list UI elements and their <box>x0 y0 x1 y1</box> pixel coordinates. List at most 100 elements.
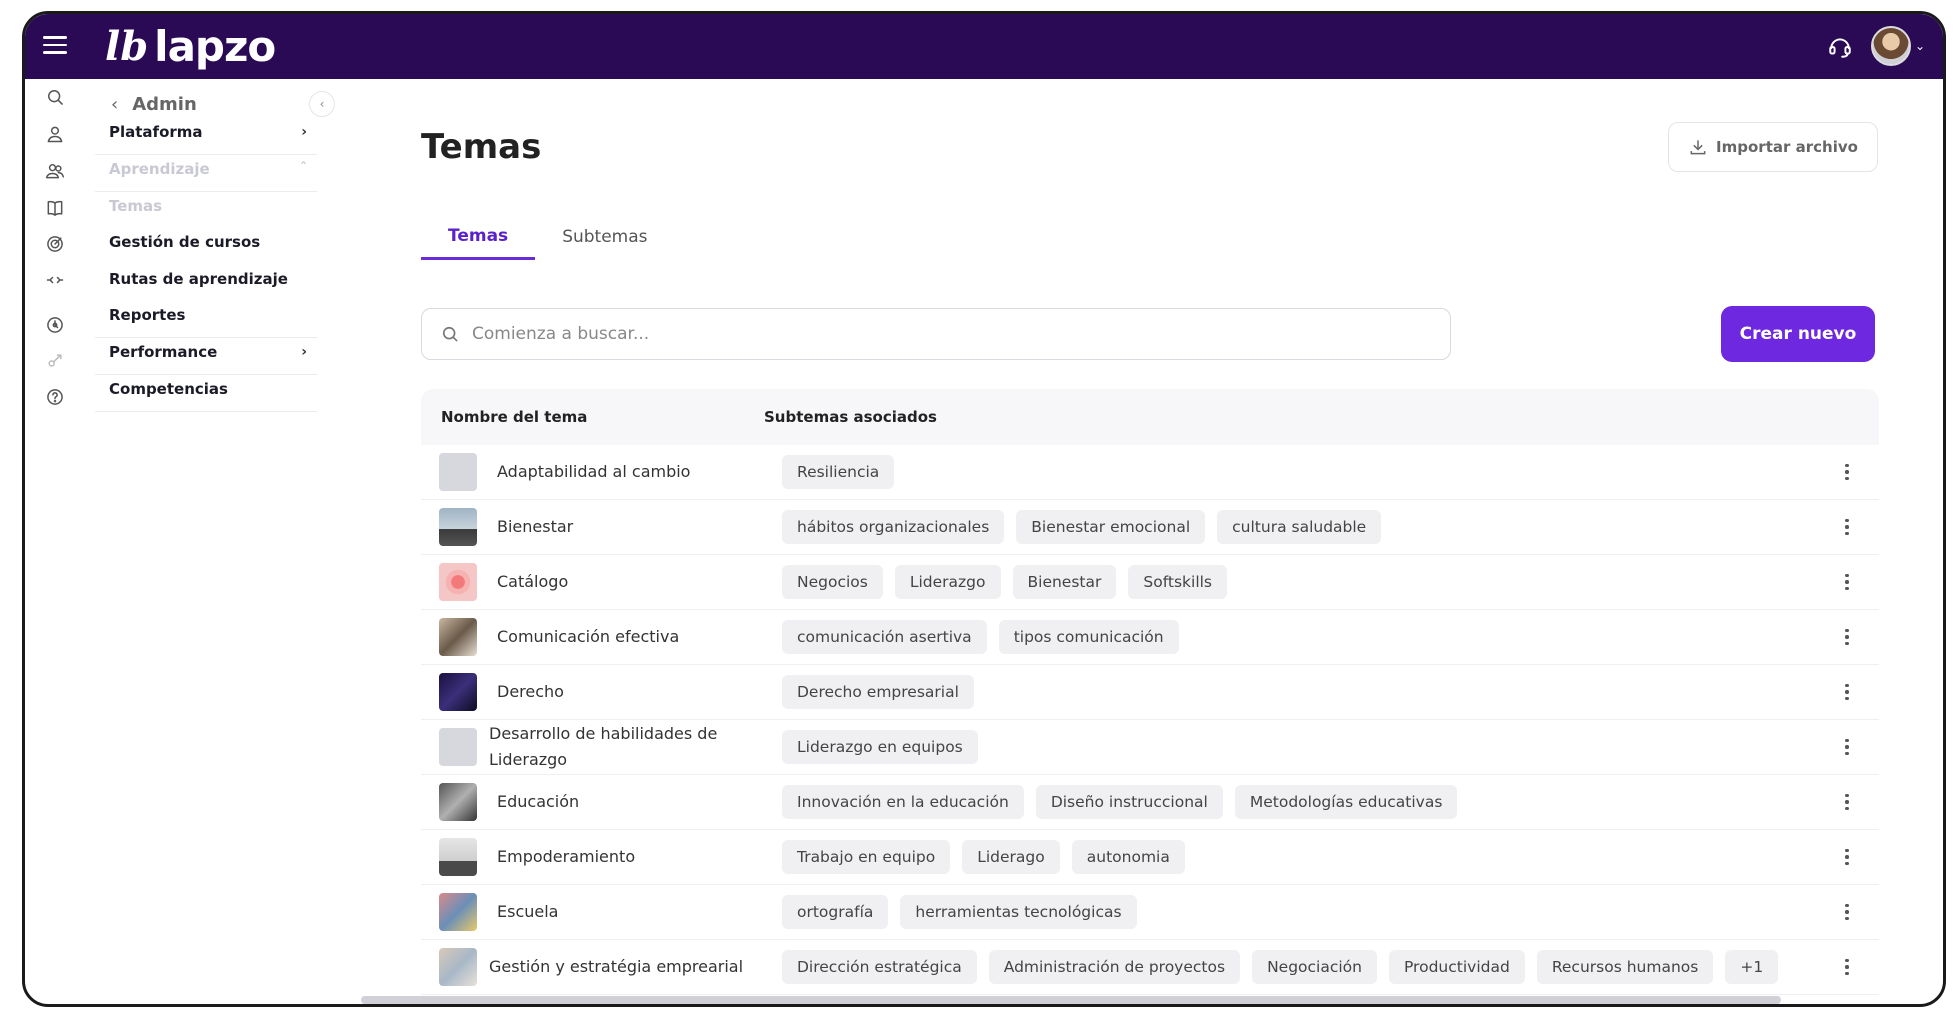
topic-thumbnail <box>439 508 477 546</box>
more-options-icon[interactable] <box>1837 677 1857 707</box>
table-row[interactable]: Catálogo Negocios Liderazgo Bienestar Softsk… <box>421 555 1879 610</box>
subtopic-chip[interactable]: Liderago <box>962 840 1060 874</box>
logo-text: lapzo <box>154 21 276 71</box>
topic-thumbnail <box>439 618 477 656</box>
table-row[interactable]: Adaptabilidad al cambio Resiliencia <box>421 445 1879 500</box>
tabs: Temas Subtemas <box>421 214 675 260</box>
more-options-icon[interactable] <box>1837 512 1857 542</box>
table-row[interactable]: Escuela ortografía herramientas tecnológic… <box>421 885 1879 940</box>
subtopic-chips: Resiliencia <box>782 455 895 489</box>
admin-nav-panel: ‹ Admin ‹ Plataforma › Aprendizaje ˆ Tem… <box>87 79 337 1004</box>
subtopic-chip[interactable]: +1 <box>1725 950 1779 984</box>
subtopic-chip[interactable]: Resiliencia <box>782 455 895 489</box>
topic-thumbnail <box>439 838 477 876</box>
chevron-right-icon: › <box>301 123 307 140</box>
nav-item-label: Gestión de cursos <box>109 233 261 251</box>
more-options-icon[interactable] <box>1837 457 1857 487</box>
search-bar[interactable] <box>421 308 1451 360</box>
more-options-icon[interactable] <box>1837 842 1857 872</box>
subtopic-chip[interactable]: Negocios <box>782 565 883 599</box>
reports-icon[interactable] <box>43 313 67 337</box>
table-row[interactable]: Desarrollo de habilidades de Liderazgo Li… <box>421 720 1879 775</box>
topic-name: Derecho <box>497 682 564 701</box>
subtopic-chip[interactable]: Diseño instruccional <box>1035 785 1223 819</box>
tab-subtemas[interactable]: Subtemas <box>535 214 674 260</box>
subtopic-chip[interactable]: Trabajo en equipo <box>782 840 951 874</box>
topic-name: Educación <box>497 792 580 811</box>
page-title: Temas <box>421 127 542 167</box>
subtopic-chip[interactable]: Productividad <box>1388 950 1525 984</box>
subtopic-chips: hábitos organizacionales Bienestar emocio… <box>782 510 1382 544</box>
subtopic-chip[interactable]: comunicación asertiva <box>782 620 987 654</box>
lapzo-logo[interactable]: lb lapzo <box>105 20 276 72</box>
column-header-name: Nombre del tema <box>441 408 588 426</box>
subtopic-chip[interactable]: Dirección estratégica <box>782 950 977 984</box>
subtopic-chip[interactable]: Liderazgo <box>894 565 1001 599</box>
route-icon[interactable] <box>43 268 67 292</box>
subtopic-chip[interactable]: Softskills <box>1128 565 1228 599</box>
subtopic-chip[interactable]: hábitos organizacionales <box>782 510 1005 544</box>
nav-item-label: Performance <box>109 342 218 361</box>
tab-temas[interactable]: Temas <box>421 214 536 260</box>
table-row[interactable]: Bienestar hábitos organizacionales Bienest… <box>421 500 1879 555</box>
nav-item-label: Aprendizaje <box>109 159 210 178</box>
subtopic-chip[interactable]: Negociación <box>1252 950 1377 984</box>
subtopic-chip[interactable]: ortografía <box>782 895 889 929</box>
topic-thumbnail <box>439 783 477 821</box>
target-icon[interactable] <box>43 232 67 256</box>
subtopic-chips: Trabajo en equipo Liderago autonomia <box>782 840 1185 874</box>
user-menu[interactable]: ⌄ <box>1871 25 1933 67</box>
performance-icon[interactable] <box>43 349 67 373</box>
subtopic-chip[interactable]: autonomia <box>1071 840 1185 874</box>
subtopic-chip[interactable]: Innovación en la educación <box>782 785 1024 819</box>
avatar <box>1871 26 1911 66</box>
top-bar: lb lapzo ⌄ <box>25 14 1943 79</box>
subtopic-chip[interactable]: Derecho empresarial <box>782 675 974 709</box>
menu-icon[interactable] <box>43 36 67 54</box>
subtopic-chip[interactable]: Bienestar <box>1012 565 1117 599</box>
users-icon[interactable] <box>43 159 67 183</box>
more-options-icon[interactable] <box>1837 897 1857 927</box>
subtopic-chip[interactable]: herramientas tecnológicas <box>900 895 1137 929</box>
more-options-icon[interactable] <box>1837 787 1857 817</box>
topic-name: Empoderamiento <box>497 847 636 866</box>
more-options-icon[interactable] <box>1837 732 1857 762</box>
chevron-down-icon: ⌄ <box>1915 39 1926 53</box>
more-options-icon[interactable] <box>1837 952 1857 982</box>
download-icon <box>1690 140 1706 155</box>
topic-thumbnail <box>439 453 477 491</box>
subtopic-chip[interactable]: Administración de proyectos <box>988 950 1241 984</box>
book-icon[interactable] <box>43 196 67 220</box>
topic-name: Bienestar <box>497 517 574 536</box>
topic-name: Catálogo <box>497 572 569 591</box>
create-new-button[interactable]: Crear nuevo <box>1721 306 1875 362</box>
import-file-button[interactable]: Importar archivo <box>1668 122 1878 172</box>
table-row[interactable]: Derecho Derecho empresarial <box>421 665 1879 720</box>
topic-thumbnail <box>439 563 477 601</box>
user-icon[interactable] <box>43 122 67 146</box>
subtopic-chips: Innovación en la educación Diseño instruc… <box>782 785 1458 819</box>
subtopic-chip[interactable]: Bienestar emocional <box>1016 510 1206 544</box>
search-icon[interactable] <box>43 85 67 109</box>
app-window: lb lapzo ⌄ ‹ Admin ‹ Plataforma › Aprend… <box>22 11 1946 1007</box>
horizontal-scrollbar[interactable] <box>361 996 1781 1004</box>
subtopic-chip[interactable]: Liderazgo en equipos <box>782 730 978 764</box>
table-row[interactable]: Educación Innovación en la educación Diseñ… <box>421 775 1879 830</box>
table-row[interactable]: Comunicación efectiva comunicación aserti… <box>421 610 1879 665</box>
table-row[interactable]: Gestión y estratégia emprearial Dirección… <box>421 940 1879 995</box>
table-row[interactable]: Empoderamiento Trabajo en equipo Liderago a… <box>421 830 1879 885</box>
search-input[interactable] <box>472 324 1372 344</box>
main-content: Temas Importar archivo Temas Subtemas Cr… <box>337 79 1943 1004</box>
more-options-icon[interactable] <box>1837 622 1857 652</box>
subtopic-chip[interactable]: Metodologías educativas <box>1234 785 1458 819</box>
subtopic-chips: comunicación asertiva tipos comunicación <box>782 620 1179 654</box>
topic-name: Adaptabilidad al cambio <box>497 462 691 481</box>
subtopic-chips: Liderazgo en equipos <box>782 730 978 764</box>
subtopic-chip[interactable]: tipos comunicación <box>998 620 1179 654</box>
support-headset-icon[interactable] <box>1827 34 1853 60</box>
nav-item-competencias[interactable]: Competencias <box>95 366 317 412</box>
subtopic-chip[interactable]: Recursos humanos <box>1536 950 1714 984</box>
help-icon[interactable] <box>43 385 67 409</box>
more-options-icon[interactable] <box>1837 567 1857 597</box>
subtopic-chip[interactable]: cultura saludable <box>1217 510 1382 544</box>
